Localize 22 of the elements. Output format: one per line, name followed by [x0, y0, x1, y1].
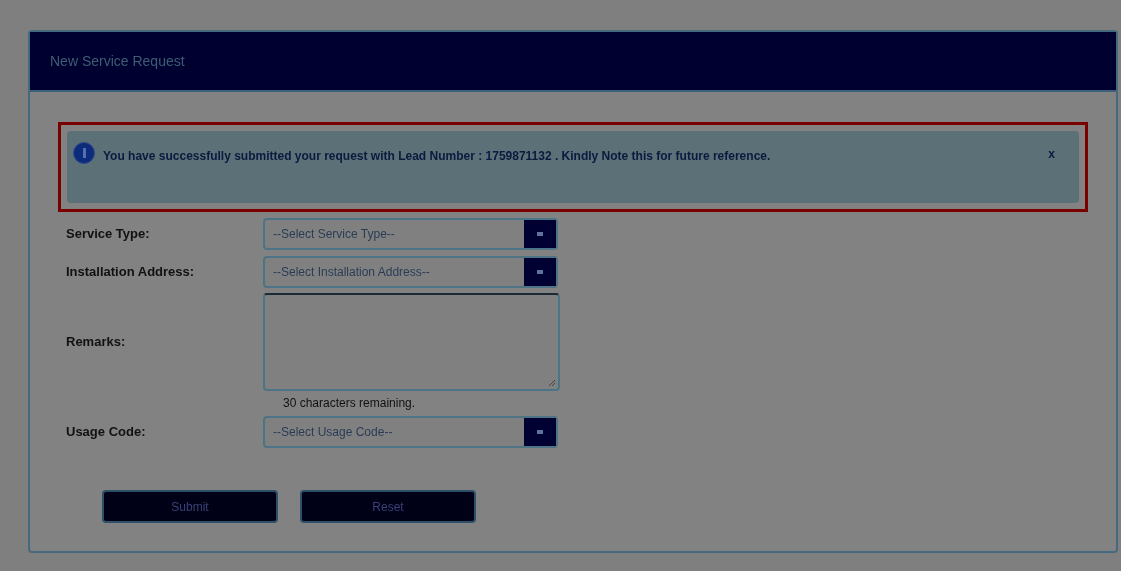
select-placeholder: --Select Usage Code--: [272, 424, 394, 441]
resize-grip-icon[interactable]: [548, 379, 556, 387]
submit-button[interactable]: Submit: [102, 490, 278, 523]
select-placeholder: --Select Service Type--: [272, 226, 396, 243]
remarks-textarea[interactable]: [263, 293, 560, 391]
panel-title: New Service Request: [50, 51, 185, 71]
select-field[interactable]: --Select Service Type--: [263, 218, 558, 250]
field-label: Usage Code:: [66, 423, 147, 442]
field-label: Installation Address:: [66, 263, 196, 282]
dropdown-icon[interactable]: [524, 418, 556, 446]
characters-remaining-text: 30 characters remaining.: [283, 395, 417, 412]
select-placeholder: --Select Installation Address--: [272, 264, 431, 281]
select-field[interactable]: --Select Installation Address--: [263, 256, 558, 288]
info-icon: [73, 142, 95, 164]
select-field[interactable]: --Select Usage Code--: [263, 416, 558, 448]
reset-button[interactable]: Reset: [300, 490, 476, 523]
dropdown-icon[interactable]: [524, 220, 556, 248]
field-label: Service Type:: [66, 225, 151, 244]
field-label: Remarks:: [66, 333, 127, 352]
dropdown-icon[interactable]: [524, 258, 556, 286]
close-button[interactable]: x: [1048, 145, 1055, 163]
alert-message: You have successfully submitted your request with Lead Number : 1759871132 . Kindly Note this for future reference.: [103, 148, 772, 165]
